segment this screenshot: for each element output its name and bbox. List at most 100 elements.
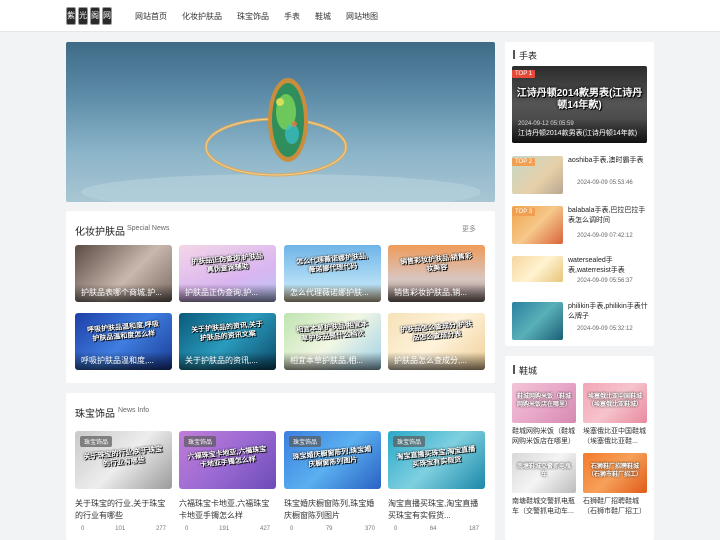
- article-art-text: 护肤品怎么查成分,护肤品怎么查成分表: [399, 320, 473, 343]
- watch-thumb[interactable]: [512, 256, 563, 282]
- jewelry-article-card[interactable]: 珠宝婚庆橱窗陈列,珠宝婚庆橱窗陈列图片 珠宝饰品 珠宝婚庆橱窗陈列,珠宝婚庆橱窗陈列…: [284, 431, 381, 532]
- shoe-art-text: 鞋城网购米饭（鞋城网购米饭店在哪里）: [516, 394, 571, 408]
- category-tag[interactable]: 珠宝饰品: [80, 436, 113, 447]
- watch-date: 2024-09-09 05:53:46: [577, 180, 633, 186]
- article-art-text: 淘宝直播买珠宝,淘宝直播买珠宝有实假货: [396, 445, 476, 469]
- watch-thumb[interactable]: TOP 3: [512, 206, 563, 244]
- logo-char: 紫: [66, 7, 76, 25]
- article-art-text: 怎么代理薇诺娜护肤品,薇诺娜代理代码: [295, 252, 369, 275]
- shoe-thumb[interactable]: 石狮鞋厂招聘鞋城（石狮市鞋厂招工）: [583, 453, 647, 493]
- article-caption[interactable]: 护肤品怎么查成分,...: [388, 352, 485, 370]
- jewelry-section: 珠宝饰品 News Info 关于珠宝的行业,关于珠宝的行业有哪些 珠宝饰品 关于珠…: [66, 393, 495, 540]
- article-stats: 0 101 277: [75, 526, 172, 532]
- makeup-section: 化妆护肤品 Special News 更多 护肤品表哪个商城,护... 护肤品正伪…: [66, 211, 495, 383]
- nav-home[interactable]: 网站首页: [135, 11, 167, 22]
- hero-banner-image[interactable]: [66, 42, 495, 202]
- article-title[interactable]: 珠宝婚庆橱窗陈列,珠宝婚庆橱窗陈列图片: [284, 498, 381, 522]
- shoe-art-text: 埃塞俄比亚中国鞋城（埃塞俄比亚鞋城）: [587, 394, 642, 408]
- article-image[interactable]: 淘宝直播买珠宝,淘宝直播买珠宝有实假货 珠宝饰品: [388, 431, 485, 489]
- section-title: 珠宝饰品: [75, 409, 115, 420]
- stat-likes: 64: [429, 526, 437, 532]
- category-tag[interactable]: 珠宝饰品: [184, 436, 217, 447]
- watch-title[interactable]: watersealed手表,waterresist手表: [568, 256, 648, 276]
- article-stats: 0 64 187: [388, 526, 485, 532]
- category-tag[interactable]: 珠宝饰品: [393, 436, 426, 447]
- shoe-art-text: 石狮鞋厂招聘鞋城（石狮市鞋厂招工）: [587, 464, 642, 478]
- logo-char: 阁: [90, 7, 100, 25]
- nav-sitemap[interactable]: 网站地图: [346, 11, 378, 22]
- top-watch-title[interactable]: 江诗丹顿2014款男表(江诗丹顿14年款): [518, 128, 643, 138]
- watch-date: 2024-09-09 07:42:12: [577, 233, 633, 239]
- watch-title[interactable]: aoshiba手表,澳时霸手表: [568, 156, 648, 166]
- section-subtitle: Special News: [127, 225, 170, 232]
- makeup-article-card[interactable]: 护肤品怎么查成分,护肤品怎么查成分表护肤品怎么查成分,...: [388, 313, 485, 370]
- watch-date: 2024-09-09 05:32:12: [577, 326, 633, 332]
- stat-likes: 101: [115, 526, 126, 532]
- makeup-article-card[interactable]: 相宜本草护肤品,相宜本草护肤品是什么档次相宜本草护肤品,相...: [284, 313, 381, 370]
- article-caption[interactable]: 呼吸护肤品温和度,...: [75, 352, 172, 370]
- makeup-article-card[interactable]: 销售彩妆护肤品,销售彩妆美容 销售彩妆护肤品,销...: [388, 245, 485, 302]
- shoe-thumb[interactable]: 南塘鞋城交警抓电瓶车: [512, 453, 576, 493]
- sidebar-title: 手表: [519, 51, 538, 61]
- stat-views: 0: [81, 526, 85, 532]
- stat-likes: 79: [325, 526, 333, 532]
- section-title: 化妆护肤品: [75, 227, 125, 238]
- watch-title[interactable]: philikin手表,philikin手表什么牌子: [568, 302, 648, 322]
- top-nav-bar: 紫 光 阁 网 网站首页 化妆护肤品 珠宝饰品 手表 鞋城 网站地图: [0, 0, 720, 32]
- shoe-art-text: 南塘鞋城交警抓电瓶车: [516, 464, 571, 478]
- top-watch-card[interactable]: 江诗丹顿2014款男表(江诗丹顿14年款) TOP 1 2024-09-12 0…: [512, 66, 647, 143]
- article-caption[interactable]: 护肤品正伪查询,护...: [179, 284, 276, 302]
- shoe-title[interactable]: 南塘鞋城交警抓电瓶车（交警抓电动车...: [512, 497, 578, 517]
- article-caption[interactable]: 相宜本草护肤品,相...: [284, 352, 381, 370]
- article-caption[interactable]: 关于护肤品的资讯,...: [179, 352, 276, 370]
- shoe-thumb[interactable]: 埃塞俄比亚中国鞋城（埃塞俄比亚鞋城）: [583, 383, 647, 423]
- article-stats: 0 191 427: [179, 526, 276, 532]
- article-art-text: 相宜本草护肤品,相宜本草护肤品是什么档次: [295, 320, 369, 343]
- sidebar-title: 鞋城: [519, 366, 538, 376]
- makeup-article-card[interactable]: 关于护肤品的资讯,关于护肤品的资讯文案 关于护肤品的资讯,...: [179, 313, 276, 370]
- shoe-title[interactable]: 埃塞俄比亚中国鞋城（埃塞俄比亚鞋...: [583, 427, 649, 447]
- nav-shoes[interactable]: 鞋城: [315, 11, 331, 22]
- article-caption[interactable]: 销售彩妆护肤品,销...: [388, 284, 485, 302]
- jewelry-article-card[interactable]: 淘宝直播买珠宝,淘宝直播买珠宝有实假货 珠宝饰品 淘宝直播买珠宝,淘宝直播买珠宝有实…: [388, 431, 485, 532]
- nav-watches[interactable]: 手表: [284, 11, 300, 22]
- jewelry-article-card[interactable]: 关于珠宝的行业,关于珠宝的行业有哪些 珠宝饰品 关于珠宝的行业,关于珠宝的行业有哪些…: [75, 431, 172, 532]
- makeup-article-card[interactable]: 护肤品表哪个商城,护...: [75, 245, 172, 302]
- shoes-sidebar: 鞋城 鞋城网购米饭（鞋城网购米饭店在哪里） 鞋城网购米饭（鞋城网购米饭店在哪里）埃…: [505, 356, 654, 540]
- article-title[interactable]: 六福珠宝卡地亚,六福珠宝卡地亚手镯怎么样: [179, 498, 276, 522]
- nav-makeup[interactable]: 化妆护肤品: [182, 11, 222, 22]
- rank-badge: TOP 2: [512, 158, 536, 166]
- shoe-thumb[interactable]: 鞋城网购米饭（鞋城网购米饭店在哪里）: [512, 383, 576, 423]
- section-subtitle: News Info: [118, 407, 150, 414]
- makeup-article-card[interactable]: 呼吸护肤品温和度,呼吸护肤品温和度怎么样呼吸护肤品温和度,...: [75, 313, 172, 370]
- makeup-article-card[interactable]: 护肤品正伪查询,护肤品真伪查询辅助 护肤品正伪查询,护...: [179, 245, 276, 302]
- watch-thumb[interactable]: TOP 2: [512, 156, 563, 194]
- article-title[interactable]: 关于珠宝的行业,关于珠宝的行业有哪些: [75, 498, 172, 522]
- category-tag[interactable]: 珠宝饰品: [289, 436, 322, 447]
- article-art-text: 六福珠宝卡地亚,六福珠宝卡地亚手镯怎么样: [187, 445, 267, 469]
- top-watch-art-text: 江诗丹顿2014款男表(江诗丹顿14年款): [516, 88, 643, 111]
- article-image[interactable]: 六福珠宝卡地亚,六福珠宝卡地亚手镯怎么样 珠宝饰品: [179, 431, 276, 489]
- site-logo[interactable]: 紫 光 阁 网: [66, 7, 112, 25]
- more-link[interactable]: 更多: [462, 224, 476, 234]
- watch-thumb[interactable]: [512, 302, 563, 340]
- article-art-text: 呼吸护肤品温和度,呼吸护肤品温和度怎么样: [86, 320, 160, 343]
- article-title[interactable]: 淘宝直播买珠宝,淘宝直播买珠宝有实假货...: [388, 498, 485, 522]
- watches-sidebar: 手表 江诗丹顿2014款男表(江诗丹顿14年款) TOP 1 2024-09-1…: [505, 42, 654, 346]
- shoe-title[interactable]: 鞋城网购米饭（鞋城网购米饭店在哪里）: [512, 427, 578, 447]
- ring-photo: [81, 78, 481, 202]
- article-caption[interactable]: 护肤品表哪个商城,护...: [75, 284, 172, 302]
- shoe-title[interactable]: 石狮鞋厂招聘鞋城（石狮市鞋厂招工）: [583, 497, 649, 517]
- stat-count: 187: [468, 526, 479, 532]
- top-watch-date: 2024-09-12 05:05:59: [518, 121, 574, 127]
- nav-jewelry[interactable]: 珠宝饰品: [237, 11, 269, 22]
- makeup-article-card[interactable]: 怎么代理薇诺娜护肤品,薇诺娜代理代码怎么代理薇诺娜护肤...: [284, 245, 381, 302]
- article-image[interactable]: 珠宝婚庆橱窗陈列,珠宝婚庆橱窗陈列图片 珠宝饰品: [284, 431, 381, 489]
- logo-char: 光: [78, 7, 88, 25]
- title-bar-accent: [513, 50, 515, 59]
- watch-title[interactable]: balabala手表,巴拉巴拉手表怎么调时间: [568, 206, 648, 226]
- article-caption[interactable]: 怎么代理薇诺娜护肤...: [284, 284, 381, 302]
- jewelry-article-card[interactable]: 六福珠宝卡地亚,六福珠宝卡地亚手镯怎么样 珠宝饰品 六福珠宝卡地亚,六福珠宝卡地亚手…: [179, 431, 276, 532]
- stat-count: 277: [155, 526, 166, 532]
- article-image[interactable]: 关于珠宝的行业,关于珠宝的行业有哪些 珠宝饰品: [75, 431, 172, 489]
